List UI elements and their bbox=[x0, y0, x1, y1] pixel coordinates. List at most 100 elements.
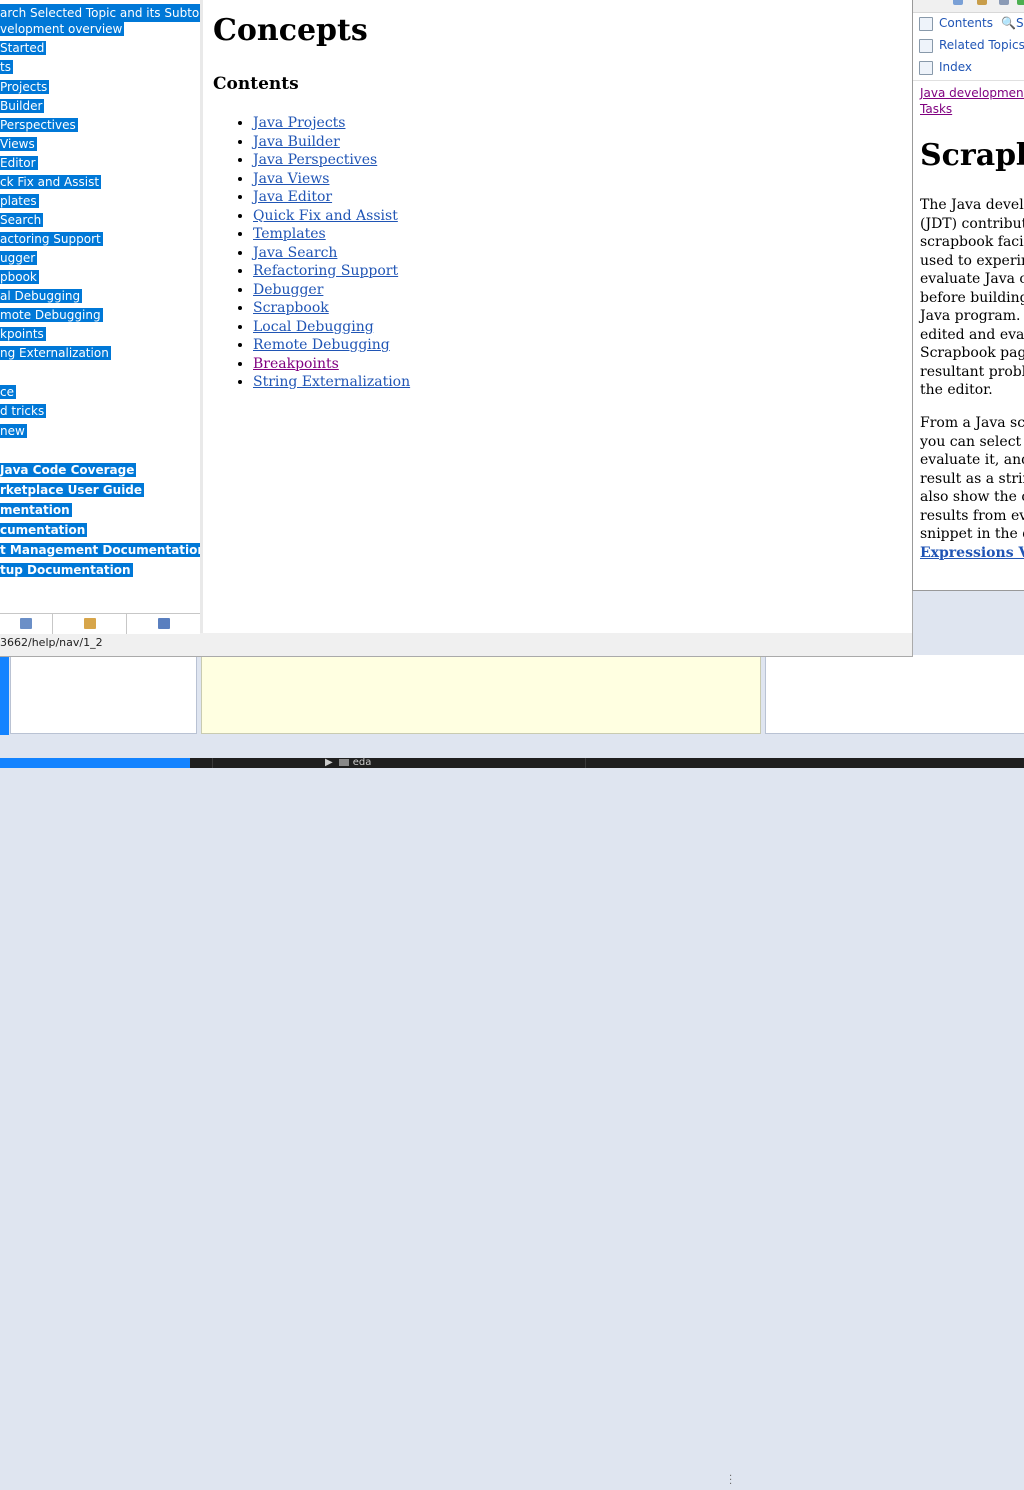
list-item: Java Perspectives bbox=[253, 151, 410, 170]
text-line: The Java develo bbox=[920, 197, 1024, 213]
tree-item[interactable]: Started bbox=[0, 40, 47, 56]
status-bar-url: 3662/help/nav/1_2 bbox=[0, 636, 103, 649]
list-item: Java Editor bbox=[253, 188, 410, 207]
tab-search[interactable] bbox=[52, 614, 127, 634]
home-icon[interactable] bbox=[1017, 0, 1024, 5]
text-line: also show the ob bbox=[920, 489, 1024, 505]
topic-link[interactable]: Java Editor bbox=[253, 189, 332, 205]
print-icon[interactable] bbox=[999, 0, 1009, 5]
tree-item[interactable]: t Management Documentation bbox=[0, 542, 208, 558]
topic-link[interactable]: Java Builder bbox=[253, 134, 340, 150]
tree-item[interactable]: ts bbox=[0, 59, 13, 75]
index-icon bbox=[919, 60, 933, 75]
tree-item[interactable]: cumentation bbox=[0, 522, 88, 538]
tree-item[interactable]: ck Fix and Assist bbox=[0, 174, 102, 190]
list-item: Quick Fix and Assist bbox=[253, 207, 410, 226]
nav-tab-bar bbox=[0, 613, 200, 634]
tree-item[interactable]: Perspectives bbox=[0, 117, 78, 133]
tree-item[interactable]: velopment overview bbox=[0, 21, 125, 37]
topic-link[interactable]: Debugger bbox=[253, 282, 323, 298]
tree-item-label: al Debugging bbox=[0, 289, 83, 303]
breadcrumb-java-development[interactable]: Java development u bbox=[920, 86, 1024, 100]
list-item: Java Projects bbox=[253, 114, 410, 133]
taskbar-item[interactable]: ▶ eda bbox=[325, 757, 371, 769]
contents-tab-icon bbox=[20, 618, 32, 629]
text-line: Java program. Sr bbox=[920, 308, 1024, 324]
topic-link[interactable]: Breakpoints bbox=[253, 356, 339, 372]
tree-item[interactable]: Editor bbox=[0, 155, 38, 171]
tree-item[interactable]: rketplace User Guide bbox=[0, 482, 145, 498]
tree-item[interactable]: Builder bbox=[0, 98, 45, 114]
tree-item-label: ce bbox=[0, 385, 16, 399]
workbench-panel-right bbox=[765, 655, 1024, 734]
taskbar: ▶ eda bbox=[0, 757, 1024, 769]
contents-link[interactable]: Contents🔍Se bbox=[919, 16, 1024, 31]
topic-link[interactable]: Java Search bbox=[253, 245, 337, 261]
tree-item[interactable]: d tricks bbox=[0, 403, 47, 419]
tree-item[interactable]: kpoints bbox=[0, 326, 46, 342]
text-line: edited and evalu bbox=[920, 326, 1024, 343]
tree-item[interactable]: pbook bbox=[0, 269, 39, 285]
tree-item[interactable]: Views bbox=[0, 136, 37, 152]
tab-contents[interactable] bbox=[0, 614, 52, 634]
tree-item[interactable]: ng Externalization bbox=[0, 345, 111, 361]
tree-item-label: ugger bbox=[0, 251, 38, 265]
text-line: before building a bbox=[920, 289, 1024, 306]
topic-link[interactable]: Local Debugging bbox=[253, 319, 374, 335]
play-icon: ▶ bbox=[325, 757, 333, 768]
text-line: From a Java scra bbox=[920, 415, 1024, 431]
topic-link[interactable]: Remote Debugging bbox=[253, 337, 390, 353]
text-line: Scrapbook page bbox=[920, 345, 1024, 361]
tree-item[interactable]: ce bbox=[0, 384, 16, 400]
topic-link[interactable]: Java Perspectives bbox=[253, 152, 377, 168]
tab-bookmarks[interactable] bbox=[126, 614, 201, 634]
help-view-pane: Contents🔍Se Related Topics Index Java de… bbox=[912, 0, 1024, 591]
list-item: Java Search bbox=[253, 244, 410, 263]
taskbar-start-area bbox=[0, 758, 190, 768]
tree-item[interactable]: Projects bbox=[0, 79, 50, 95]
tree-item-label: Perspectives bbox=[0, 118, 78, 132]
topic-link[interactable]: Quick Fix and Assist bbox=[253, 208, 398, 224]
list-item: String Externalization bbox=[253, 373, 410, 392]
contents-icon bbox=[919, 16, 933, 31]
topic-link[interactable]: Refactoring Support bbox=[253, 263, 398, 279]
breadcrumb-tasks[interactable]: Tasks bbox=[920, 102, 952, 116]
tree-item-label: ts bbox=[0, 60, 13, 74]
tree-item[interactable]: Java Code Coverage bbox=[0, 462, 137, 478]
tree-item[interactable]: ugger bbox=[0, 250, 38, 266]
tree-item-label: kpoints bbox=[0, 327, 46, 341]
tree-item[interactable]: Search bbox=[0, 212, 44, 228]
sync-icon[interactable] bbox=[977, 0, 987, 5]
resize-grip-icon[interactable]: · · · bbox=[729, 1472, 733, 1490]
tree-item[interactable]: mote Debugging bbox=[0, 307, 103, 323]
bookmarks-tab-icon bbox=[158, 618, 170, 629]
tree-item-label: mentation bbox=[0, 503, 72, 517]
search-tab-icon bbox=[84, 618, 96, 629]
tree-item-label: pbook bbox=[0, 270, 39, 284]
scrapbook-paragraph-1: The Java develo (JDT) contribute scrapbook… bbox=[920, 196, 1024, 400]
topic-link[interactable]: Java Views bbox=[253, 171, 329, 187]
topic-link[interactable]: String Externalization bbox=[253, 374, 410, 390]
text-line: results from eval bbox=[920, 507, 1024, 524]
topic-link[interactable]: Templates bbox=[253, 226, 326, 242]
workbench-status-area: · · · bbox=[0, 735, 1024, 1490]
topic-link[interactable]: Scrapbook bbox=[253, 300, 329, 316]
tree-item-label: mote Debugging bbox=[0, 308, 103, 322]
help-icon[interactable] bbox=[953, 0, 963, 5]
search-subtopics-item[interactable]: arch Selected Topic and its Subtopics bbox=[0, 4, 230, 22]
tree-item[interactable]: al Debugging bbox=[0, 288, 83, 304]
tree-item[interactable]: mentation bbox=[0, 502, 72, 518]
help-window: arch Selected Topic and its Subtopics ve… bbox=[0, 0, 913, 657]
tree-item[interactable]: plates bbox=[0, 193, 39, 209]
tree-item[interactable]: tup Documentation bbox=[0, 562, 133, 578]
related-topics-link[interactable]: Related Topics bbox=[919, 38, 1024, 53]
folder-icon bbox=[338, 758, 349, 766]
tree-item[interactable]: new bbox=[0, 423, 27, 439]
expressions-view-link[interactable]: Expressions Vie bbox=[920, 544, 1024, 563]
tree-item[interactable]: actoring Support bbox=[0, 231, 103, 247]
page-title: Concepts bbox=[213, 13, 368, 48]
index-link[interactable]: Index bbox=[919, 60, 972, 75]
taskbar-separator bbox=[212, 758, 213, 768]
related-topics-icon bbox=[919, 38, 933, 53]
topic-link[interactable]: Java Projects bbox=[253, 115, 345, 131]
